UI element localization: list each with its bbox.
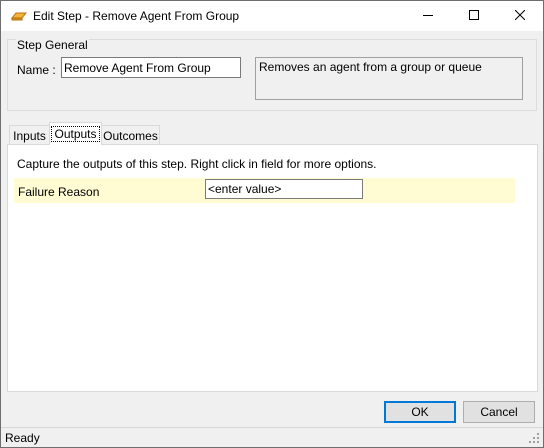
status-text: Ready [5, 431, 40, 445]
close-icon [514, 9, 526, 23]
step-general-group: Step General Name : Removes an agent fro… [7, 39, 537, 111]
tab-outputs[interactable]: Outputs [49, 122, 102, 145]
minimize-icon [423, 9, 433, 23]
minimize-button[interactable] [405, 1, 451, 31]
name-input[interactable] [61, 57, 241, 78]
description-box[interactable]: Removes an agent from a group or queue [255, 57, 523, 100]
maximize-icon [469, 9, 479, 23]
name-label: Name : [17, 63, 56, 77]
resize-grip-icon[interactable] [528, 432, 540, 444]
tab-outputs-label: Outputs [51, 126, 100, 142]
outputs-caption: Capture the outputs of this step. Right … [17, 157, 377, 171]
tab-inputs[interactable]: Inputs [9, 125, 50, 145]
close-button[interactable] [497, 1, 543, 31]
title-bar[interactable]: Edit Step - Remove Agent From Group [1, 1, 543, 31]
window-title: Edit Step - Remove Agent From Group [33, 9, 240, 23]
outputs-tab-page: Capture the outputs of this step. Right … [7, 144, 538, 392]
maximize-button[interactable] [451, 1, 497, 31]
tab-inputs-label: Inputs [13, 128, 46, 143]
step-general-legend: Step General [16, 38, 89, 52]
cancel-button[interactable]: Cancel [463, 401, 535, 423]
tab-outcomes[interactable]: Outcomes [101, 125, 160, 145]
ok-button[interactable]: OK [384, 401, 456, 423]
edit-step-dialog: Edit Step - Remove Agent From Group Step… [0, 0, 544, 448]
failure-reason-input[interactable] [205, 179, 363, 199]
status-bar: Ready [1, 427, 543, 447]
output-row-failure-reason: Failure Reason [14, 178, 515, 203]
failure-reason-label: Failure Reason [18, 185, 100, 199]
step-icon [10, 10, 28, 22]
tab-outcomes-label: Outcomes [103, 128, 158, 143]
